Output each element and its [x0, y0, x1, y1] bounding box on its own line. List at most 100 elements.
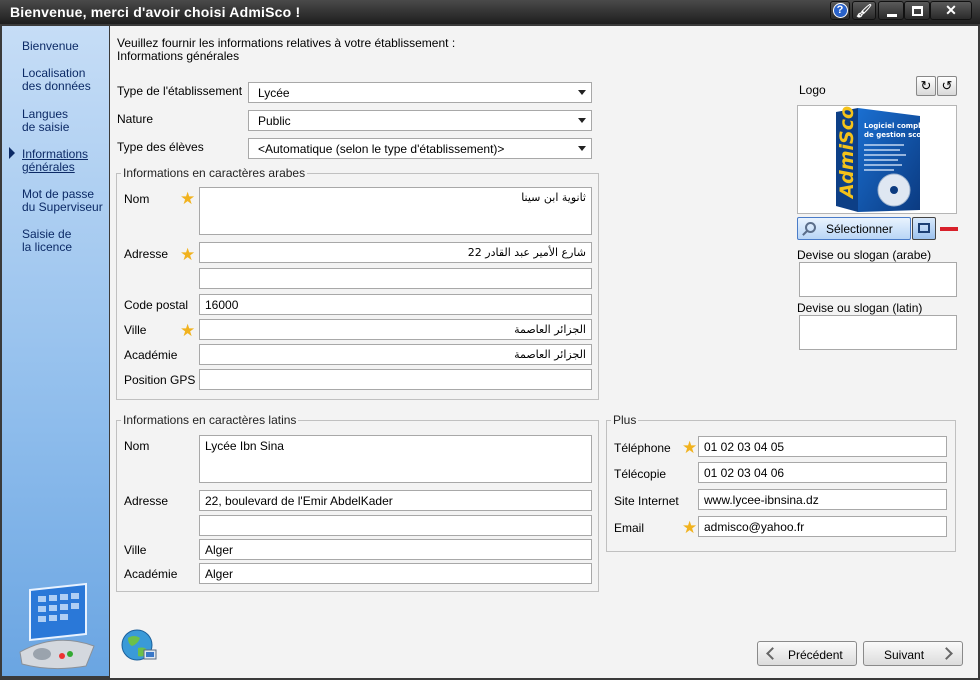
adresse2-ar-field[interactable] [199, 268, 592, 289]
sidebar-item-label: la licence [22, 240, 73, 254]
help-button[interactable]: ? [830, 1, 850, 20]
nom-lat-label: Nom [124, 439, 150, 453]
nature-value: Public [258, 114, 291, 128]
close-icon: ✕ [945, 2, 957, 18]
slogan-arabe-field[interactable] [799, 262, 957, 297]
slogan-latin-label: Devise ou slogan (latin) [797, 301, 923, 315]
type-value: Lycée [258, 86, 290, 100]
next-label: Suivant [884, 648, 925, 662]
sidebar-item-label: du Superviseur [22, 200, 103, 214]
ville-ar-label: Ville [124, 323, 147, 337]
sidebar-item-informations[interactable]: Informations générales [22, 148, 88, 174]
site-label: Site Internet [614, 494, 679, 508]
group-title: Plus [611, 413, 639, 427]
group-title: Informations en caractères arabes [121, 166, 308, 180]
ville-lat-field[interactable]: Alger [199, 539, 592, 560]
required-star-icon: ★ [180, 245, 196, 264]
close-button[interactable]: ✕ [930, 1, 972, 20]
plus-group: Plus Téléphone ★ 01 02 03 04 05 Télécopi… [606, 413, 956, 552]
chevron-down-icon [578, 90, 586, 95]
sidebar-item-label: de saisie [22, 120, 70, 134]
arabic-info-group: Informations en caractères arabes Nom ★ … [116, 166, 599, 400]
nom-ar-label: Nom [124, 192, 150, 206]
sidebar-item-localisation[interactable]: Localisation des données [22, 67, 91, 93]
rotate-right-icon: ↻ [920, 78, 932, 93]
telecopie-field[interactable]: 01 02 03 04 06 [698, 462, 947, 483]
logo-tagline-text: Logiciel complet [864, 122, 929, 130]
email-label: Email [614, 521, 645, 535]
required-star-icon: ★ [682, 438, 698, 457]
latin-info-group: Informations en caractères latins Nom Ly… [116, 413, 599, 592]
gps-label: Position GPS [124, 373, 196, 387]
intro-text: Veuillez fournir les informations relati… [117, 37, 455, 63]
globe-network-icon [121, 629, 157, 661]
required-star-icon: ★ [682, 518, 698, 537]
crop-logo-button[interactable] [912, 217, 936, 240]
nature-label: Nature [117, 112, 154, 126]
maximize-icon [912, 6, 923, 16]
select-logo-label: Sélectionner [826, 222, 893, 236]
academie-lat-label: Académie [124, 567, 178, 581]
wizard-sidebar: Bienvenue Localisation des données Langu… [2, 26, 109, 676]
logo-tagline-text: de gestion scolaire [864, 131, 939, 139]
sidebar-item-label: générales [22, 160, 75, 174]
code-postal-field[interactable]: 16000 [199, 294, 592, 315]
section-subtitle: Informations générales [117, 49, 240, 63]
rotate-left-button[interactable]: ↺ [937, 76, 957, 96]
sidebar-item-langues[interactable]: Langues de saisie [22, 108, 69, 134]
remove-icon [940, 227, 958, 231]
telephone-label: Téléphone [614, 441, 671, 455]
skin-button[interactable]: 🖌 [852, 1, 876, 20]
eleves-combobox[interactable]: <Automatique (selon le type d'établissem… [248, 138, 592, 159]
code-postal-label: Code postal [124, 298, 189, 312]
academie-ar-field[interactable]: الجزائر العاصمة [199, 344, 592, 365]
logo-preview[interactable]: AdmiSco Logiciel complet de gestion scol… [797, 105, 957, 214]
adresse-ar-field[interactable]: شارع الأمير عبد القادر 22 [199, 242, 592, 263]
sidebar-item-bienvenue[interactable]: Bienvenue [22, 40, 79, 53]
ville-lat-label: Ville [124, 543, 147, 557]
nom-ar-field[interactable]: ثانوية ابن سينا [199, 187, 592, 235]
previous-label: Précédent [788, 648, 843, 662]
chevron-down-icon [578, 146, 586, 151]
minimize-button[interactable] [878, 1, 904, 20]
eleves-value: <Automatique (selon le type d'établissem… [258, 142, 505, 156]
skin-brush-icon: 🖌 [855, 3, 873, 18]
sidebar-item-mot-de-passe[interactable]: Mot de passe du Superviseur [22, 188, 103, 214]
select-logo-button[interactable]: Sélectionner [797, 217, 911, 240]
previous-button[interactable]: Précédent [757, 641, 857, 666]
adresse-ar-label: Adresse [124, 247, 169, 261]
active-step-arrow-icon [9, 147, 15, 159]
slogan-latin-field[interactable] [799, 315, 957, 350]
academie-lat-field[interactable]: Alger [199, 563, 592, 584]
next-button[interactable]: Suivant [863, 641, 963, 666]
logo-brand-text: AdmiSco [836, 106, 858, 200]
wizard-illustration-icon [19, 582, 95, 670]
adresse-lat-field[interactable]: 22, boulevard de l'Emir AbdelKader [199, 490, 592, 511]
gps-field[interactable] [199, 369, 592, 390]
required-star-icon: ★ [180, 321, 196, 340]
slogan-arabe-label: Devise ou slogan (arabe) [797, 248, 932, 262]
email-field[interactable]: admisco@yahoo.fr [698, 516, 947, 537]
telephone-field[interactable]: 01 02 03 04 05 [698, 436, 947, 457]
adresse2-lat-field[interactable] [199, 515, 592, 536]
eleves-label: Type des élèves [117, 140, 204, 154]
crop-icon [918, 223, 930, 233]
sidebar-item-label: Bienvenue [22, 39, 79, 53]
ville-ar-field[interactable]: الجزائر العاصمة [199, 319, 592, 340]
rotate-left-icon: ↺ [941, 78, 953, 93]
chevron-left-icon [766, 647, 779, 660]
site-field[interactable]: www.lycee-ibnsina.dz [698, 489, 947, 510]
remove-logo-button[interactable] [938, 217, 960, 240]
group-title: Informations en caractères latins [121, 413, 299, 427]
maximize-button[interactable] [904, 1, 930, 20]
nom-lat-field[interactable]: Lycée Ibn Sina [199, 435, 592, 483]
search-icon [805, 222, 816, 233]
nature-combobox[interactable]: Public [248, 110, 592, 131]
academie-ar-label: Académie [124, 348, 178, 362]
rotate-right-button[interactable]: ↻ [916, 76, 936, 96]
required-star-icon: ★ [180, 189, 196, 208]
chevron-right-icon [940, 647, 953, 660]
sidebar-item-licence[interactable]: Saisie de la licence [22, 228, 72, 254]
chevron-down-icon [578, 118, 586, 123]
type-combobox[interactable]: Lycée [248, 82, 592, 103]
